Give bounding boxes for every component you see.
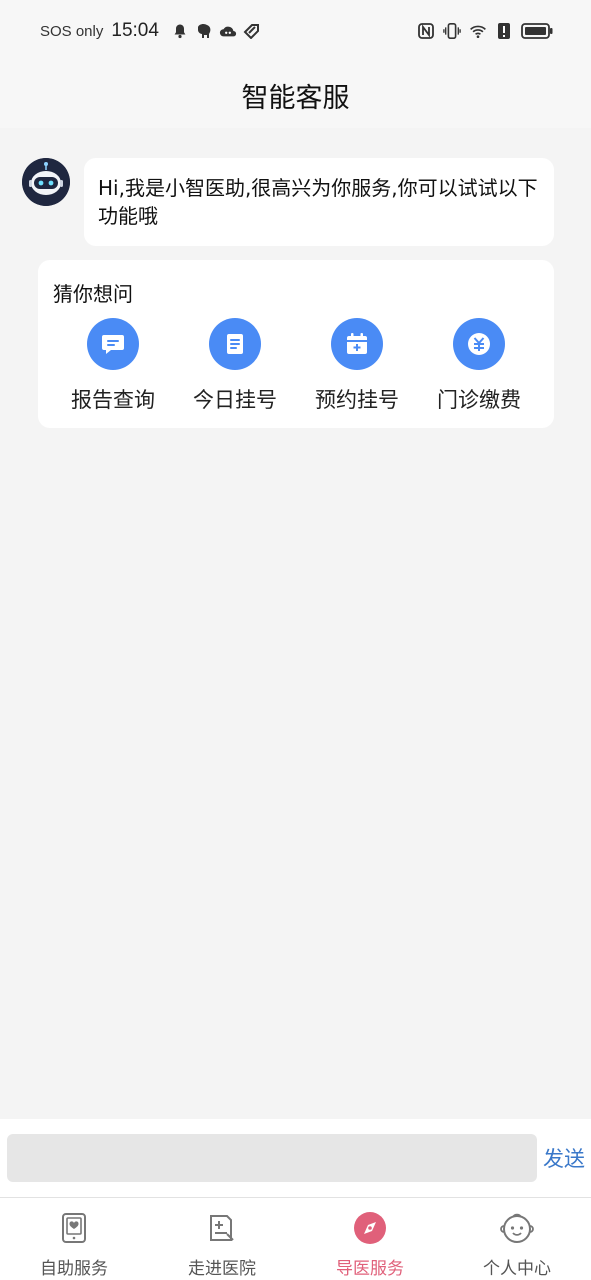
bot-message-text: Hi,我是小智医助,很高兴为你服务,你可以试试以下功能哦: [98, 176, 538, 228]
suggestion-label: 门诊缴费: [437, 388, 521, 412]
status-bar: SOS only 15:04: [0, 0, 591, 62]
compass-icon: [352, 1210, 388, 1246]
suggestion-card: 猜你想问 报告查询 今日挂号 预约挂号 门诊缴费: [38, 260, 554, 428]
message-input[interactable]: [7, 1134, 537, 1182]
suggestion-title: 猜你想问: [53, 282, 133, 306]
nfc-icon: [417, 22, 435, 40]
suggestion-report-query[interactable]: 报告查询: [58, 318, 168, 414]
bot-message-bubble: Hi,我是小智医助,很高兴为你服务,你可以试试以下功能哦: [84, 158, 554, 246]
document-icon: [209, 318, 261, 370]
suggestion-appointment[interactable]: 预约挂号: [302, 318, 412, 414]
page-header: 智能客服: [0, 62, 591, 128]
bell-icon: [171, 22, 189, 40]
wifi-icon: [469, 22, 487, 40]
suggestion-label: 报告查询: [71, 388, 155, 412]
status-time: 15:04: [111, 20, 159, 41]
suggestion-today-registration[interactable]: 今日挂号: [180, 318, 290, 414]
elephant-app-icon: [195, 22, 213, 40]
tag-app-icon: [243, 22, 261, 40]
suggestion-label: 预约挂号: [315, 388, 399, 412]
nav-label: 个人中心: [483, 1259, 551, 1279]
cloud-app-icon: [219, 22, 237, 40]
report-chat-icon: [87, 318, 139, 370]
nav-label: 走进医院: [188, 1259, 256, 1279]
nav-personal-center[interactable]: 个人中心: [443, 1210, 591, 1279]
nav-guide-service[interactable]: 导医服务: [296, 1210, 444, 1279]
baby-face-icon: [499, 1210, 535, 1246]
suggestion-label: 今日挂号: [193, 388, 277, 412]
message-input-bar: 发送: [0, 1119, 591, 1197]
send-button[interactable]: 发送: [543, 1143, 585, 1173]
nav-hospital-info[interactable]: 走进医院: [148, 1210, 296, 1279]
carrier-label: SOS only: [40, 22, 104, 40]
page-title: 智能客服: [241, 82, 350, 114]
bot-avatar: [22, 158, 70, 206]
hospital-doc-icon: [204, 1210, 240, 1246]
calendar-plus-icon: [331, 318, 383, 370]
battery-icon: [521, 22, 553, 40]
bottom-nav: 自助服务 走进医院 导医服务 个人中心: [0, 1197, 591, 1280]
tablet-heart-icon: [56, 1210, 92, 1246]
nav-label: 自助服务: [40, 1259, 108, 1279]
suggestion-outpatient-payment[interactable]: 门诊缴费: [424, 318, 534, 414]
nav-self-service[interactable]: 自助服务: [0, 1210, 148, 1279]
alert-icon: [495, 22, 513, 40]
yuan-coin-icon: [453, 318, 505, 370]
nav-label: 导医服务: [336, 1259, 404, 1279]
vibrate-icon: [443, 22, 461, 40]
